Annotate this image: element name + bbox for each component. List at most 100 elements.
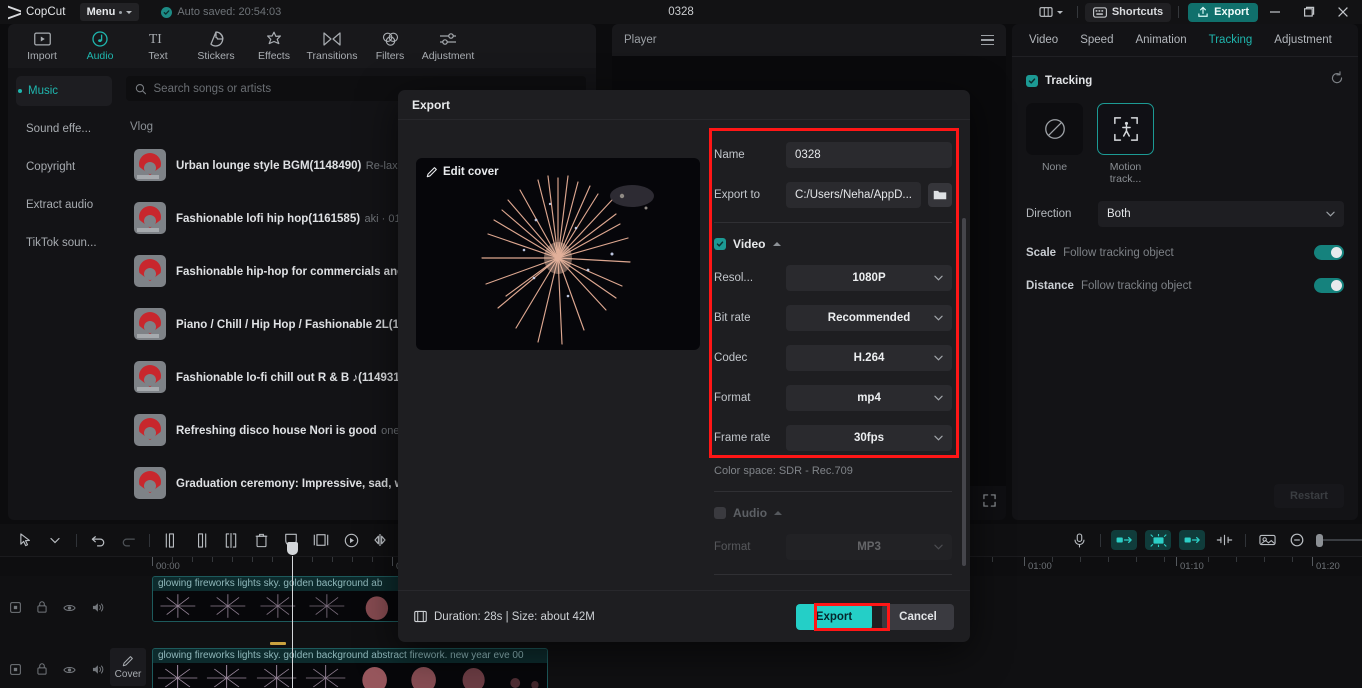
export-confirm-button[interactable]: Export <box>796 603 872 630</box>
song-title: Urban lounge style BGM(1148490) <box>176 160 362 172</box>
tracking-header: Tracking <box>1026 71 1344 90</box>
zoom-slider-handle[interactable] <box>1316 533 1323 547</box>
tool-tab-effects[interactable]: Effects <box>246 25 302 67</box>
audio-category-list: Music Sound effe... Copyright Extract au… <box>8 68 118 520</box>
cancel-button[interactable]: Cancel <box>882 603 954 630</box>
audio-category-tiktok-sounds[interactable]: TikTok soun... <box>16 228 112 258</box>
chevron-down-icon <box>934 355 943 361</box>
eye-icon[interactable] <box>63 662 76 680</box>
menu-button[interactable]: Menu <box>79 3 140 21</box>
restart-button[interactable]: Restart <box>1274 484 1344 508</box>
tab-tracking[interactable]: Tracking <box>1198 24 1264 56</box>
lock-icon[interactable] <box>37 600 47 618</box>
resolution-dropdown[interactable]: 1080P <box>786 265 952 291</box>
reset-icon[interactable] <box>1330 71 1344 90</box>
playhead-grip[interactable] <box>287 542 298 555</box>
film-icon <box>414 610 427 623</box>
shortcuts-button[interactable]: Shortcuts <box>1084 2 1172 22</box>
audio-out-icon[interactable] <box>1179 530 1205 550</box>
tab-animation[interactable]: Animation <box>1124 24 1197 56</box>
divider <box>1178 6 1180 18</box>
tool-tab-label: Filters <box>375 49 405 62</box>
zoom-slider-track[interactable] <box>1323 539 1362 541</box>
video-checkbox[interactable] <box>714 238 727 250</box>
audio-checkbox[interactable] <box>714 507 727 519</box>
tab-label: Speed <box>1080 34 1114 46</box>
scale-toggle[interactable] <box>1314 245 1344 260</box>
dialog-scrollbar[interactable] <box>962 218 966 566</box>
export-to-input[interactable]: C:/Users/Neha/AppD... <box>786 182 921 208</box>
undo-icon[interactable] <box>83 525 113 555</box>
divider <box>1076 6 1078 18</box>
mirror-icon[interactable] <box>366 525 396 555</box>
record-icon[interactable] <box>10 600 21 618</box>
audio-category-sound-effects[interactable]: Sound effe... <box>16 114 112 144</box>
chevron-up-icon[interactable] <box>774 511 783 515</box>
format-dropdown[interactable]: mp4 <box>786 385 952 411</box>
zoom-out-icon[interactable] <box>1282 525 1312 555</box>
crop-icon[interactable] <box>306 525 336 555</box>
audio-category-extract-audio[interactable]: Extract audio <box>16 190 112 220</box>
fullscreen-icon[interactable] <box>983 494 996 512</box>
thumbnail-icon[interactable] <box>1252 525 1282 555</box>
record-icon[interactable] <box>10 662 21 680</box>
tab-video[interactable]: Video <box>1018 24 1069 56</box>
direction-dropdown[interactable]: Both <box>1098 201 1344 227</box>
tool-tab-stickers[interactable]: Stickers <box>188 25 244 67</box>
tool-tab-import[interactable]: Import <box>14 25 70 67</box>
volume-icon[interactable] <box>92 600 104 618</box>
redo-icon[interactable] <box>113 525 143 555</box>
folder-icon[interactable] <box>928 183 952 207</box>
volume-icon[interactable] <box>92 662 104 680</box>
tool-tab-transitions[interactable]: Transitions <box>304 25 360 67</box>
audio-format-dropdown[interactable]: MP3 <box>786 534 952 560</box>
tool-tab-filters[interactable]: Filters <box>362 25 418 67</box>
audio-category-copyright[interactable]: Copyright <box>16 152 112 182</box>
tool-tab-label: Effects <box>258 49 290 62</box>
hamburger-icon[interactable] <box>981 34 994 46</box>
playhead[interactable] <box>287 542 298 688</box>
audio-mix-icon[interactable] <box>1145 530 1171 550</box>
lock-icon[interactable] <box>37 662 47 680</box>
link-icon[interactable] <box>1209 525 1239 555</box>
tool-tab-adjustment[interactable]: Adjustment <box>420 25 476 67</box>
layout-button[interactable] <box>1032 3 1070 21</box>
minimize-button[interactable] <box>1258 0 1292 24</box>
tool-tab-text[interactable]: TI Text <box>130 25 186 67</box>
distance-toggle[interactable] <box>1314 278 1344 293</box>
select-arrow-icon[interactable] <box>10 525 40 555</box>
menu-dot-icon <box>119 10 123 14</box>
name-input[interactable]: 0328 <box>786 142 952 168</box>
cover-button[interactable]: Cover <box>110 648 146 686</box>
maximize-button[interactable] <box>1292 0 1326 24</box>
chevron-down-icon[interactable] <box>40 525 70 555</box>
microphone-icon[interactable] <box>1064 525 1094 555</box>
divider <box>714 222 952 223</box>
keyframe-play-icon[interactable] <box>336 525 366 555</box>
tracking-mode-none[interactable]: None <box>1026 103 1083 185</box>
tab-adjustment[interactable]: Adjustment <box>1263 24 1343 56</box>
audio-category-music[interactable]: Music <box>16 76 112 106</box>
close-button[interactable] <box>1326 0 1360 24</box>
split-icon[interactable] <box>216 525 246 555</box>
cover-preview[interactable]: Edit cover <box>416 158 700 350</box>
timeline-clip-2[interactable]: glowing fireworks lights sky. golden bac… <box>152 648 548 688</box>
split-left-icon[interactable] <box>156 525 186 555</box>
tool-tab-audio[interactable]: Audio <box>72 25 128 67</box>
split-right-icon[interactable] <box>186 525 216 555</box>
tracking-checkbox[interactable] <box>1026 74 1038 87</box>
chevron-up-icon[interactable] <box>772 242 781 246</box>
divider <box>714 574 952 575</box>
tab-speed[interactable]: Speed <box>1069 24 1124 56</box>
edit-cover-button[interactable]: Edit cover <box>426 166 499 178</box>
eye-icon[interactable] <box>63 600 76 618</box>
audio-in-icon[interactable] <box>1111 530 1137 550</box>
delete-icon[interactable] <box>246 525 276 555</box>
framerate-dropdown[interactable]: 30fps <box>786 425 952 451</box>
format-label: Format <box>714 392 751 404</box>
tracking-mode-motion-track[interactable]: Motion track... <box>1097 103 1154 185</box>
codec-dropdown[interactable]: H.264 <box>786 345 952 371</box>
check-icon <box>161 6 173 18</box>
export-button-titlebar[interactable]: Export <box>1188 2 1258 22</box>
bitrate-dropdown[interactable]: Recommended <box>786 305 952 331</box>
